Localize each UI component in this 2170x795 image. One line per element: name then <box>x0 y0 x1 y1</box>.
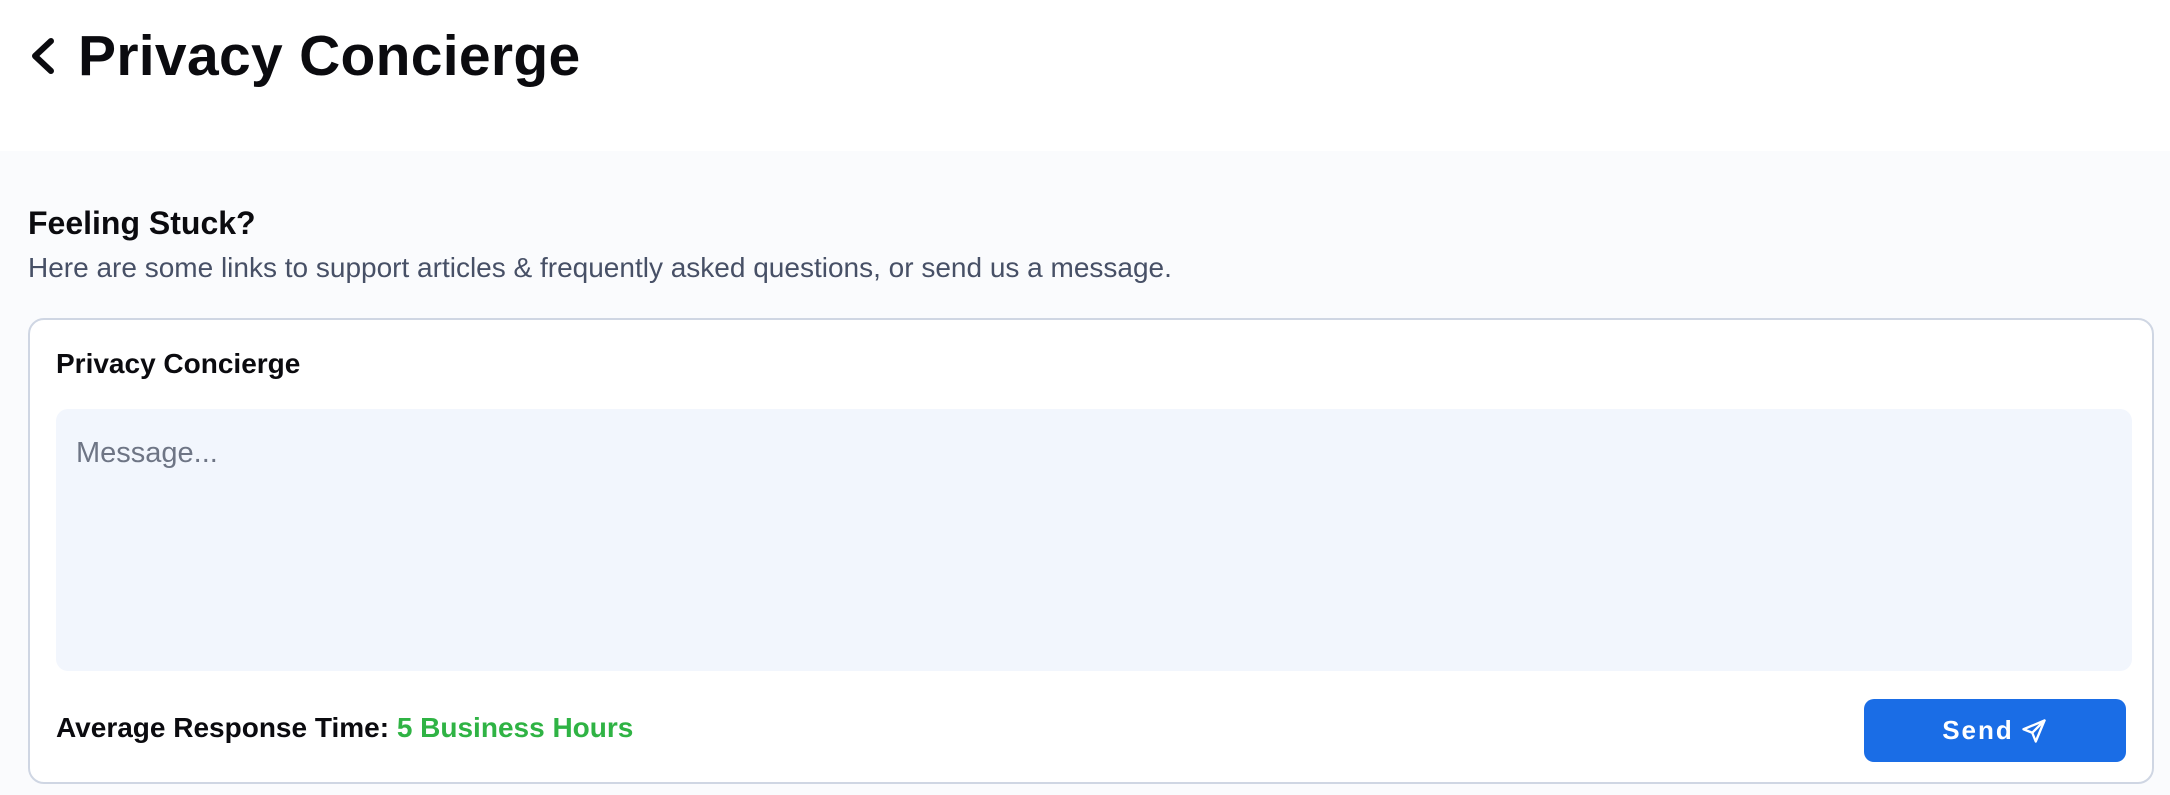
response-time-label: Average Response Time: <box>56 712 390 743</box>
section-heading: Feeling Stuck? <box>28 205 256 241</box>
chevron-left-icon <box>27 35 57 77</box>
main-content: Feeling Stuck? Here are some links to su… <box>0 151 2170 795</box>
send-button[interactable]: Send <box>1864 699 2126 762</box>
response-time-value: 5 Business Hours <box>396 712 634 743</box>
card-title: Privacy Concierge <box>56 348 301 379</box>
back-button[interactable] <box>22 30 62 82</box>
page-title: Privacy Concierge <box>78 24 581 88</box>
send-button-label: Send <box>1942 715 2014 745</box>
paper-plane-icon <box>2020 717 2048 745</box>
response-time: Average Response Time: 5 Business Hours <box>56 710 633 746</box>
message-input[interactable] <box>56 409 2132 671</box>
concierge-card: Privacy Concierge Average Response Time:… <box>28 318 2154 784</box>
section-subtitle: Here are some links to support articles … <box>28 252 1172 283</box>
page-header: Privacy Concierge <box>0 0 2170 151</box>
